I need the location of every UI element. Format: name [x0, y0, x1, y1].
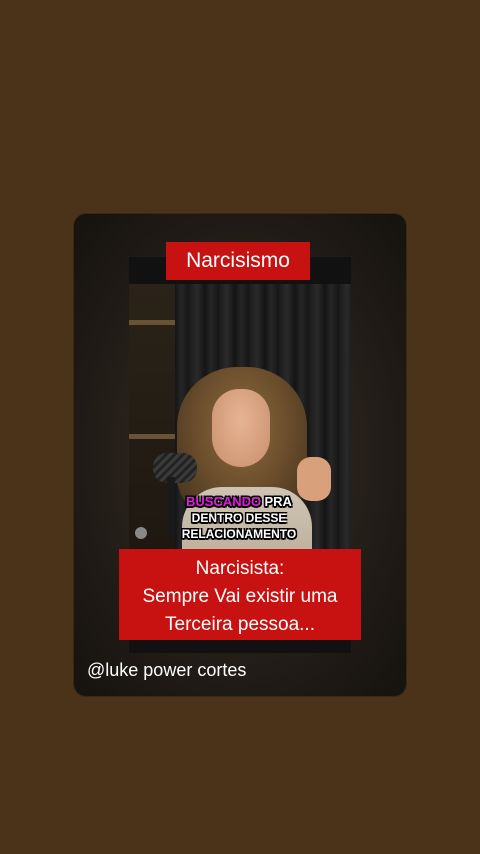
caption-line: Sempre Vai existir uma — [142, 586, 338, 607]
subtitle-highlight: BUSCANDO — [186, 494, 262, 509]
speaker-face — [212, 389, 270, 467]
subtitle-line: RELACIONAMENTO — [181, 527, 297, 541]
microphone — [153, 453, 197, 483]
shelf-board — [129, 320, 175, 325]
creator-handle[interactable]: @luke power cortes — [87, 660, 246, 681]
caption-line: Terceira pessoa... — [165, 614, 315, 635]
subtitle-line: DENTRO DESSE — [191, 511, 287, 525]
watermark-logo — [135, 527, 147, 539]
video-subtitle: BUSCANDO PRA DENTRO DESSE RELACIONAMENTO — [164, 494, 314, 542]
topic-banner: Narcisismo — [166, 242, 310, 280]
caption-banner: Narcisista: Sempre Vai existir uma Terce… — [119, 549, 361, 640]
screen: { "header": { "topic": "Narcisismo" }, "… — [0, 0, 480, 854]
subtitle-word: PRA — [264, 494, 292, 509]
caption-line: Narcisista: — [195, 558, 285, 579]
